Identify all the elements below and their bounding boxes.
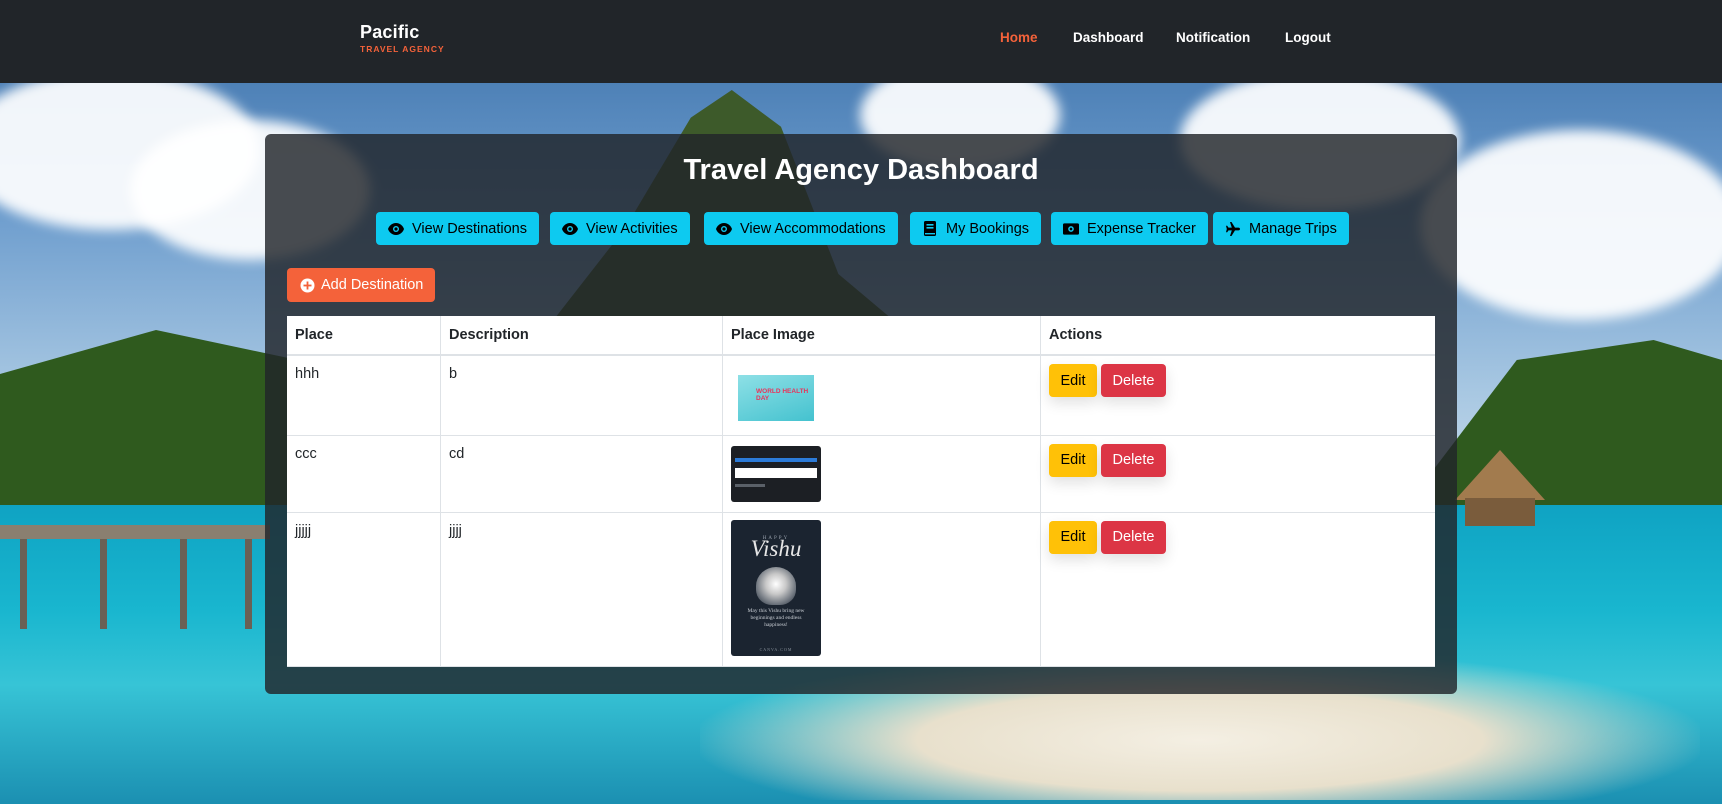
destinations-table: Place Description Place Image Actions hh… [287,316,1435,667]
table-header-row: Place Description Place Image Actions [287,316,1435,356]
edit-button[interactable]: Edit [1049,443,1097,477]
nav-link-logout[interactable]: Logout [1285,30,1331,45]
brand-tagline: TRAVEL AGENCY [360,44,445,54]
manage-trips-button[interactable]: Manage Trips [1213,212,1349,245]
pier-post [100,539,107,629]
plane-icon [1225,221,1241,237]
image-caption: WORLD HEALTH DAY [756,387,809,402]
button-label: My Bookings [946,220,1030,237]
column-header-description: Description [440,316,723,356]
plus-circle-icon [299,277,315,293]
view-accommodations-button[interactable]: View Accommodations [704,212,898,245]
navbar: Pacific TRAVEL AGENCY Home Dashboard Not… [0,0,1722,83]
nav-link-notification[interactable]: Notification [1176,30,1250,45]
place-image [731,445,821,502]
pier [0,525,270,539]
column-header-place-image: Place Image [722,316,1041,356]
button-label: Add Destination [321,277,424,293]
nav-link-home[interactable]: Home [1000,30,1038,45]
image-message: May this Vishu bring new beginnings and … [747,607,805,628]
book-icon [922,221,938,237]
pier-post [245,539,252,629]
delete-button[interactable]: Delete [1101,520,1166,554]
my-bookings-button[interactable]: My Bookings [910,212,1042,245]
view-activities-button[interactable]: View Activities [550,212,690,245]
cloud [1420,130,1722,320]
button-label: View Activities [586,220,678,237]
delete-button[interactable]: Delete [1101,364,1166,397]
image-credit: CANVA.COM [759,646,793,652]
cell-actions: Edit Delete [1040,435,1435,513]
brand-logo[interactable]: Pacific TRAVEL AGENCY [360,22,445,54]
edit-button[interactable]: Edit [1049,520,1097,554]
place-image: WORLD HEALTH DAY [731,371,821,424]
table-row: hhh b WORLD HEALTH DAY Edit Delete [287,355,1435,436]
eye-icon [716,221,732,237]
expense-tracker-button[interactable]: Expense Tracker [1051,212,1208,245]
table-row: jjjjj jjjj HAPPY Vishu May this Vishu br… [287,512,1435,667]
lamp-graphic [756,566,796,605]
eye-icon [562,221,578,237]
hut-base [1465,498,1535,526]
add-destination-button[interactable]: Add Destination [287,268,436,302]
image-detail [735,457,817,462]
money-icon [1063,221,1079,237]
cell-place: hhh [287,355,441,436]
cell-description: b [440,355,723,436]
cell-place: jjjjj [287,512,441,667]
cell-actions: Edit Delete [1040,355,1435,436]
row-actions: Edit Delete [1049,443,1427,477]
cell-description: cd [440,435,723,513]
brand-name: Pacific [360,22,420,42]
page-title: Travel Agency Dashboard [683,154,1039,186]
pier-post [180,539,187,629]
place-image: HAPPY Vishu May this Vishu bring new beg… [731,519,821,656]
dashboard-card: Travel Agency Dashboard View Destination… [265,134,1457,694]
row-actions: Edit Delete [1049,520,1427,554]
cell-place-image [722,435,1041,513]
cell-actions: Edit Delete [1040,512,1435,667]
pier-post [20,539,27,629]
cell-place-image: HAPPY Vishu May this Vishu bring new beg… [722,512,1041,667]
delete-button[interactable]: Delete [1101,443,1166,477]
button-label: View Accommodations [740,220,886,237]
health-day-graphic: WORLD HEALTH DAY [738,374,814,421]
eye-icon [388,221,404,237]
column-header-actions: Actions [1040,316,1435,356]
button-label: View Destinations [412,220,527,237]
image-title: Vishu [750,535,802,561]
nav-link-dashboard[interactable]: Dashboard [1073,30,1144,45]
edit-button[interactable]: Edit [1049,364,1097,397]
column-header-place: Place [287,316,441,356]
image-detail [735,467,817,478]
cell-place-image: WORLD HEALTH DAY [722,355,1041,436]
button-label: Manage Trips [1249,220,1337,237]
table-row: ccc cd Edit Delete [287,435,1435,513]
row-actions: Edit Delete [1049,364,1427,397]
view-destinations-button[interactable]: View Destinations [376,212,539,245]
cell-place: ccc [287,435,441,513]
cell-description: jjjj [440,512,723,667]
button-label: Expense Tracker [1087,220,1196,237]
image-detail [735,483,765,487]
